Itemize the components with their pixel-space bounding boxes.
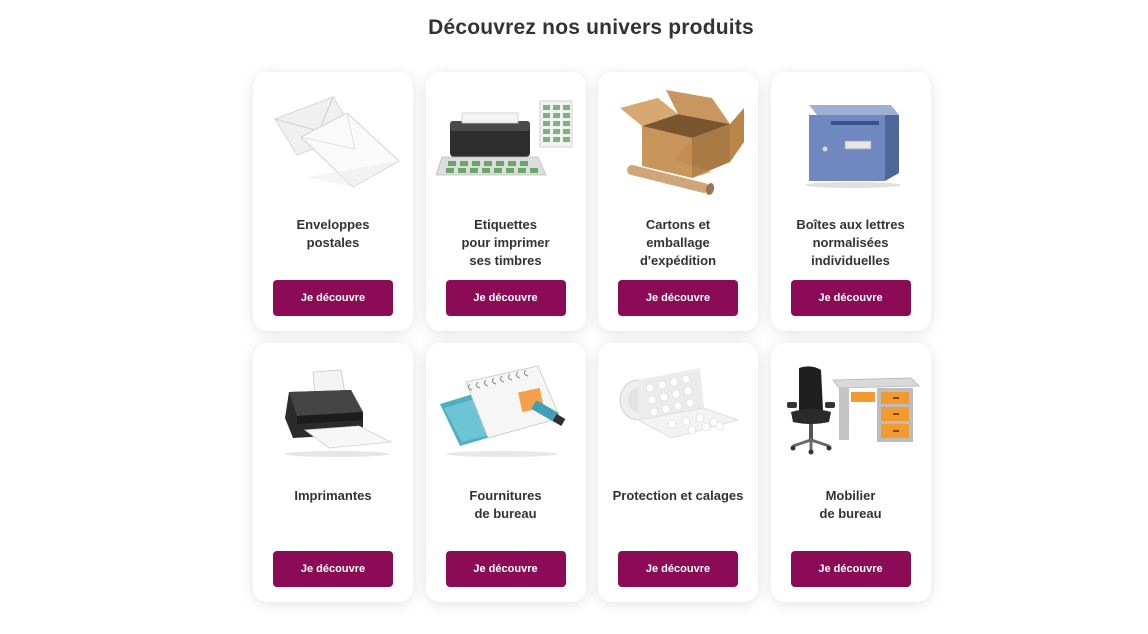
product-card-protection[interactable]: Protection et calages Je découvre	[598, 343, 758, 602]
product-card-stamp-labels[interactable]: Etiquettes pour imprimer ses timbres Je …	[425, 72, 586, 331]
card-label: Protection et calages	[612, 488, 744, 503]
discover-button[interactable]: Je découvre	[445, 551, 566, 587]
product-grid: Enveloppes postales Je découvre Etiquett…	[253, 72, 933, 602]
card-label: Enveloppes postales	[296, 217, 370, 250]
card-label: Imprimantes	[294, 488, 372, 503]
product-card-shipping-boxes[interactable]: Cartons et emballage d'expédition Je déc…	[598, 72, 758, 331]
discover-button[interactable]: Je découvre	[790, 551, 911, 587]
card-label: Fournitures de bureau	[469, 488, 542, 521]
product-card-envelopes[interactable]: Enveloppes postales Je découvre	[253, 72, 413, 331]
product-card-office-furniture[interactable]: Mobilier de bureau Je découvre	[770, 343, 931, 602]
envelopes-image	[263, 86, 403, 196]
mailbox-image	[781, 86, 921, 196]
product-card-office-supplies[interactable]: Fournitures de bureau Je découvre	[425, 343, 586, 602]
product-card-printers[interactable]: Imprimantes Je découvre	[253, 343, 413, 602]
office-furniture-image	[781, 357, 921, 467]
card-label: Etiquettes pour imprimer ses timbres	[461, 217, 550, 268]
card-label: Cartons et emballage d'expédition	[639, 217, 717, 268]
discover-button[interactable]: Je découvre	[273, 551, 393, 587]
office-supplies-image	[436, 357, 576, 467]
printer-image	[263, 357, 403, 467]
discover-button[interactable]: Je découvre	[618, 551, 738, 587]
discover-button[interactable]: Je découvre	[273, 280, 393, 316]
product-universe-page: Découvrez nos univers produits Enveloppe…	[0, 0, 1148, 634]
stamp-labels-printer-image	[435, 86, 576, 196]
shipping-box-image	[608, 86, 748, 196]
card-label: Mobilier de bureau	[819, 488, 882, 521]
bubble-wrap-image	[608, 357, 748, 467]
discover-button[interactable]: Je découvre	[618, 280, 738, 316]
discover-button[interactable]: Je découvre	[790, 280, 911, 316]
card-label: Boîtes aux lettres normalisées individue…	[796, 217, 905, 268]
product-card-mailboxes[interactable]: Boîtes aux lettres normalisées individue…	[770, 72, 931, 331]
section-title: Découvrez nos univers produits	[428, 16, 754, 39]
discover-button[interactable]: Je découvre	[445, 280, 566, 316]
